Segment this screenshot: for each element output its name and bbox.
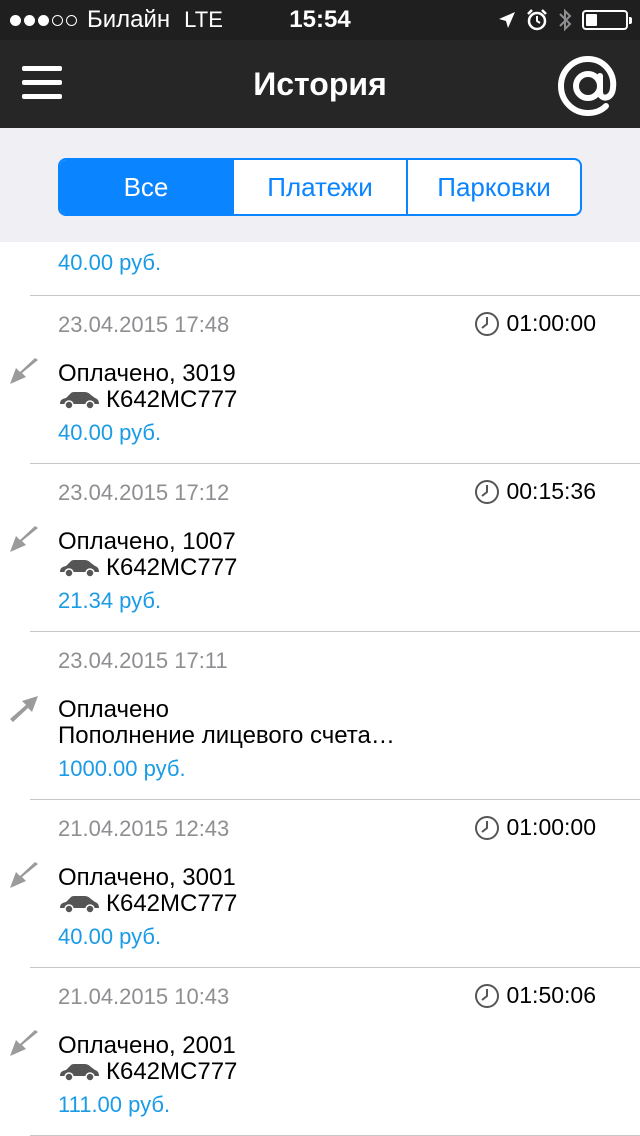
item-amount: 111.00 руб. bbox=[58, 1092, 171, 1117]
item-plate-number: К642МС777 bbox=[106, 554, 238, 581]
clock-icon bbox=[475, 311, 500, 336]
tab-payments[interactable]: Платежи bbox=[232, 160, 406, 214]
item-plate: К642МС777 bbox=[58, 890, 237, 918]
item-plate-number: К642МС777 bbox=[106, 890, 238, 917]
navigation-bar: История bbox=[0, 40, 640, 128]
item-amount: 40.00 руб. bbox=[58, 420, 162, 445]
car-icon bbox=[60, 896, 99, 914]
item-plate-number: К642МС777 bbox=[106, 1058, 238, 1085]
item-duration-value: 01:00:00 bbox=[506, 310, 596, 336]
list-item[interactable]: 23.04.2015 17:12 00:15:36 Оплачено, 1007… bbox=[0, 464, 640, 632]
incoming-arrow-icon bbox=[10, 696, 38, 722]
item-title: Оплачено bbox=[58, 696, 169, 723]
outgoing-arrow-icon bbox=[10, 358, 38, 384]
item-duration: 01:50:06 bbox=[474, 982, 596, 1009]
location-arrow-icon bbox=[499, 12, 515, 28]
item-date: 23.04.2015 17:12 bbox=[58, 480, 230, 505]
status-bar: Билайн LTE 15:54 bbox=[0, 0, 640, 40]
item-amount: 1000.00 руб. bbox=[58, 756, 186, 781]
clock-icon bbox=[475, 479, 500, 504]
item-amount: 21.34 руб. bbox=[58, 588, 162, 613]
tab-all[interactable]: Все bbox=[60, 160, 232, 214]
item-duration-value: 01:00:00 bbox=[506, 814, 596, 840]
filter-area: Все Платежи Парковки bbox=[0, 128, 640, 242]
list-item[interactable]: 21.04.2015 12:43 01:00:00 Оплачено, 3001… bbox=[0, 800, 640, 968]
clock-icon bbox=[475, 815, 500, 840]
bluetooth-icon bbox=[559, 8, 572, 32]
item-date: 23.04.2015 17:11 bbox=[58, 648, 228, 673]
item-amount: 40.00 руб. bbox=[58, 924, 162, 949]
list-item-amount: 40.00 руб. bbox=[58, 250, 162, 275]
segmented-control: Все Платежи Парковки bbox=[58, 158, 582, 216]
car-icon bbox=[60, 1064, 99, 1082]
clock-icon bbox=[475, 983, 500, 1008]
item-duration: 00:15:36 bbox=[474, 478, 596, 505]
item-duration: 01:00:00 bbox=[474, 814, 596, 841]
item-plate: К642МС777 bbox=[58, 1058, 237, 1086]
item-plate-number: К642МС777 bbox=[106, 386, 238, 413]
car-icon bbox=[60, 392, 99, 410]
item-duration-value: 00:15:36 bbox=[506, 478, 596, 504]
tab-parkings[interactable]: Парковки bbox=[406, 160, 580, 214]
at-button[interactable] bbox=[556, 54, 620, 118]
item-date: 23.04.2015 17:48 bbox=[58, 312, 230, 337]
alarm-clock-icon bbox=[527, 9, 547, 31]
item-title: Оплачено, 2001 bbox=[58, 1032, 236, 1059]
history-list[interactable]: 40.00 руб. 23.04.2015 17:48 01:00:00 Опл… bbox=[0, 242, 640, 1136]
item-plate: К642МС777 bbox=[58, 386, 237, 414]
item-date: 21.04.2015 10:43 bbox=[58, 984, 230, 1009]
item-plate: К642МС777 bbox=[58, 554, 237, 582]
page-title: История bbox=[253, 66, 387, 102]
item-description: Пополнение лицевого счета… bbox=[58, 722, 395, 749]
item-title: Оплачено, 3001 bbox=[58, 864, 236, 891]
list-item[interactable]: 23.04.2015 17:11 Оплачено Пополнение лиц… bbox=[0, 632, 640, 800]
item-title: Оплачено, 1007 bbox=[58, 528, 236, 555]
battery-icon bbox=[582, 10, 632, 30]
outgoing-arrow-icon bbox=[10, 1030, 38, 1056]
battery-level bbox=[586, 14, 598, 26]
item-duration: 01:00:00 bbox=[474, 310, 596, 337]
list-item[interactable]: 21.04.2015 10:43 01:50:06 Оплачено, 2001… bbox=[0, 968, 640, 1136]
at-sign-icon bbox=[557, 55, 617, 117]
item-title: Оплачено, 3019 bbox=[58, 360, 236, 387]
list-item[interactable]: 23.04.2015 17:48 01:00:00 Оплачено, 3019… bbox=[0, 296, 640, 464]
item-date: 21.04.2015 12:43 bbox=[58, 816, 230, 841]
car-icon bbox=[60, 560, 99, 578]
status-right bbox=[498, 6, 632, 34]
outgoing-arrow-icon bbox=[10, 862, 38, 888]
outgoing-arrow-icon bbox=[10, 526, 38, 552]
item-duration-value: 01:50:06 bbox=[506, 982, 596, 1008]
